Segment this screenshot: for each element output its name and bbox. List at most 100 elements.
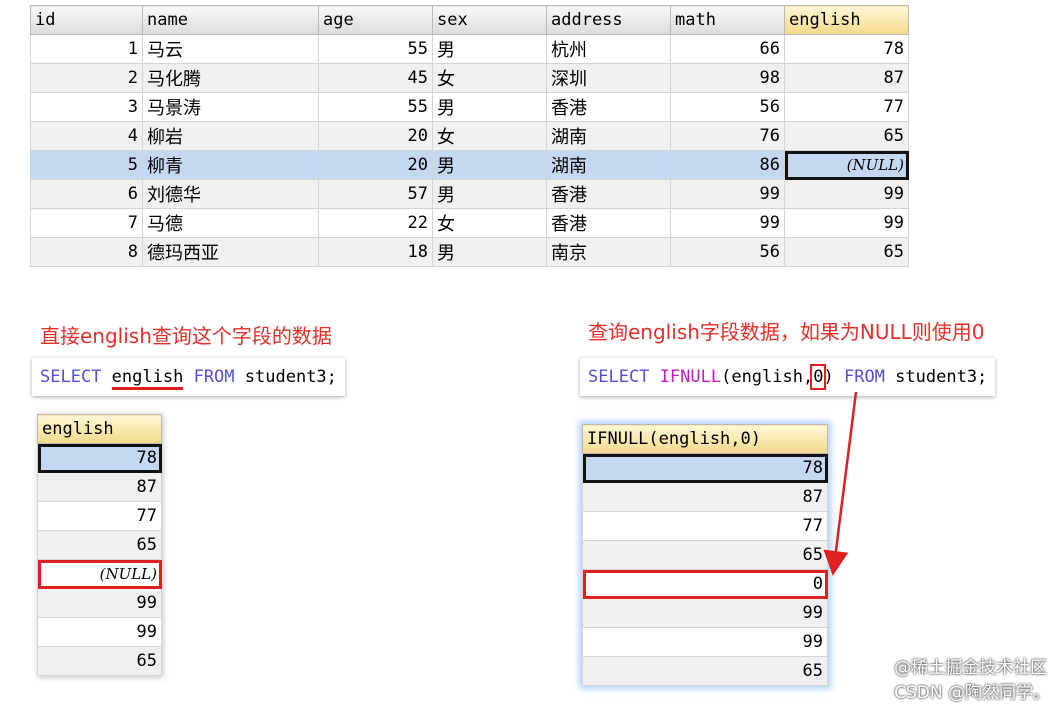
- cell-sex[interactable]: 男: [432, 150, 547, 180]
- cell-id[interactable]: 3: [30, 92, 143, 122]
- cell-sex[interactable]: 女: [432, 63, 547, 93]
- cell-sex[interactable]: 男: [432, 92, 547, 122]
- cell-name[interactable]: 德玛西亚: [142, 237, 319, 267]
- result-row[interactable]: 77: [37, 501, 162, 531]
- cell-english[interactable]: 65: [784, 121, 909, 151]
- result-cell[interactable]: 77: [582, 511, 828, 541]
- result-cell[interactable]: 0: [582, 569, 828, 599]
- cell-address[interactable]: 深圳: [546, 63, 671, 93]
- cell-math[interactable]: 56: [670, 237, 785, 267]
- cell-id[interactable]: 1: [30, 34, 143, 64]
- column-header-age[interactable]: age: [318, 5, 433, 35]
- cell-address[interactable]: 杭州: [546, 34, 671, 64]
- cell-english[interactable]: (NULL): [784, 150, 909, 180]
- result-cell[interactable]: 65: [582, 540, 828, 570]
- cell-age[interactable]: 22: [318, 208, 433, 238]
- cell-sex[interactable]: 女: [432, 121, 547, 151]
- result-header-english[interactable]: english: [37, 414, 162, 444]
- cell-id[interactable]: 5: [30, 150, 143, 180]
- cell-age[interactable]: 55: [318, 92, 433, 122]
- cell-name[interactable]: 马云: [142, 34, 319, 64]
- result-row[interactable]: 87: [582, 482, 828, 512]
- result-row[interactable]: 65: [37, 646, 162, 676]
- cell-age[interactable]: 55: [318, 34, 433, 64]
- cell-name[interactable]: 柳青: [142, 150, 319, 180]
- cell-english[interactable]: 65: [784, 237, 909, 267]
- result-row[interactable]: 99: [37, 588, 162, 618]
- cell-math[interactable]: 76: [670, 121, 785, 151]
- table-row[interactable]: 4 柳岩 20 女湖南 76 65: [30, 121, 909, 151]
- result-row[interactable]: 65: [582, 540, 828, 570]
- table-row[interactable]: 3 马景涛 55 男香港 56 77: [30, 92, 909, 122]
- cell-sex[interactable]: 男: [432, 179, 547, 209]
- column-header-sex[interactable]: sex: [432, 5, 547, 35]
- table-row[interactable]: 1 马云 55 男杭州 66 78: [30, 34, 909, 64]
- result-row[interactable]: 87: [37, 472, 162, 502]
- cell-sex[interactable]: 男: [432, 34, 547, 64]
- result-cell[interactable]: 87: [37, 472, 162, 502]
- cell-sex[interactable]: 男: [432, 237, 547, 267]
- table-row[interactable]: 2 马化腾 45 女深圳 98 87: [30, 63, 909, 93]
- result-row[interactable]: 99: [582, 598, 828, 628]
- table-row[interactable]: 8 德玛西亚 18 男南京 56 65: [30, 237, 909, 267]
- right-sql-query[interactable]: SELECT IFNULL(english,0) FROM student3;: [580, 358, 996, 396]
- cell-math[interactable]: 86: [670, 150, 785, 180]
- cell-sex[interactable]: 女: [432, 208, 547, 238]
- cell-age[interactable]: 20: [318, 121, 433, 151]
- result-cell[interactable]: 99: [37, 617, 162, 647]
- result-cell[interactable]: 99: [582, 598, 828, 628]
- result-cell[interactable]: 78: [582, 453, 828, 483]
- cell-name[interactable]: 马景涛: [142, 92, 319, 122]
- cell-name[interactable]: 柳岩: [142, 121, 319, 151]
- cell-name[interactable]: 刘德华: [142, 179, 319, 209]
- cell-math[interactable]: 99: [670, 179, 785, 209]
- result-row[interactable]: 99: [582, 627, 828, 657]
- table-row[interactable]: 6 刘德华 57 男香港 99 99: [30, 179, 909, 209]
- cell-math[interactable]: 56: [670, 92, 785, 122]
- result-row[interactable]: 65: [37, 530, 162, 560]
- cell-address[interactable]: 湖南: [546, 150, 671, 180]
- cell-age[interactable]: 18: [318, 237, 433, 267]
- result-row[interactable]: (NULL): [37, 559, 162, 589]
- table-row[interactable]: 7 马德 22 女香港 99 99: [30, 208, 909, 238]
- cell-english[interactable]: 99: [784, 208, 909, 238]
- cell-age[interactable]: 20: [318, 150, 433, 180]
- result-cell[interactable]: 77: [37, 501, 162, 531]
- column-header-english[interactable]: english: [784, 5, 909, 35]
- cell-id[interactable]: 4: [30, 121, 143, 151]
- cell-math[interactable]: 99: [670, 208, 785, 238]
- result-row[interactable]: 99: [37, 617, 162, 647]
- cell-age[interactable]: 45: [318, 63, 433, 93]
- cell-math[interactable]: 66: [670, 34, 785, 64]
- result-cell[interactable]: (NULL): [37, 559, 162, 589]
- result-header-ifnull[interactable]: IFNULL(english,0): [582, 424, 828, 454]
- result-row[interactable]: 65: [582, 656, 828, 686]
- result-row[interactable]: 78: [582, 453, 828, 483]
- column-header-name[interactable]: name: [142, 5, 319, 35]
- cell-math[interactable]: 98: [670, 63, 785, 93]
- cell-address[interactable]: 香港: [546, 92, 671, 122]
- cell-id[interactable]: 2: [30, 63, 143, 93]
- cell-address[interactable]: 香港: [546, 179, 671, 209]
- result-row[interactable]: 0: [582, 569, 828, 599]
- column-header-math[interactable]: math: [670, 5, 785, 35]
- result-cell[interactable]: 99: [37, 588, 162, 618]
- cell-address[interactable]: 香港: [546, 208, 671, 238]
- result-cell[interactable]: 65: [582, 656, 828, 686]
- cell-id[interactable]: 6: [30, 179, 143, 209]
- result-row[interactable]: 78: [37, 443, 162, 473]
- cell-address[interactable]: 南京: [546, 237, 671, 267]
- cell-id[interactable]: 8: [30, 237, 143, 267]
- column-header-address[interactable]: address: [546, 5, 671, 35]
- column-header-id[interactable]: id: [30, 5, 143, 35]
- cell-english[interactable]: 78: [784, 34, 909, 64]
- cell-english[interactable]: 87: [784, 63, 909, 93]
- cell-name[interactable]: 马德: [142, 208, 319, 238]
- cell-english[interactable]: 77: [784, 92, 909, 122]
- cell-name[interactable]: 马化腾: [142, 63, 319, 93]
- cell-english[interactable]: 99: [784, 179, 909, 209]
- result-cell[interactable]: 65: [37, 530, 162, 560]
- result-row[interactable]: 77: [582, 511, 828, 541]
- cell-id[interactable]: 7: [30, 208, 143, 238]
- table-row[interactable]: 5 柳青 20 男湖南 86 (NULL): [30, 150, 909, 180]
